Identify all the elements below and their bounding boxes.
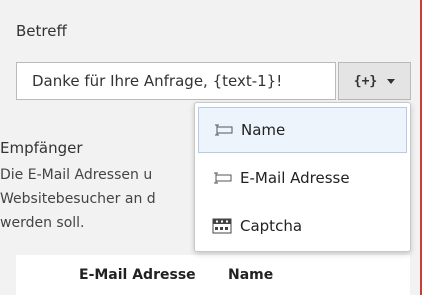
description-line: Die E-Mail Adressen u <box>0 167 153 183</box>
dropdown-item-captcha[interactable]: Captcha <box>198 203 407 249</box>
text-field-icon <box>213 123 233 137</box>
dropdown-item-label: E-Mail Adresse <box>240 169 350 187</box>
column-header-name: Name <box>228 267 274 283</box>
placeholder-icon: {+} <box>353 73 378 89</box>
dropdown-item-email[interactable]: E-Mail Adresse <box>198 155 407 201</box>
recipients-table <box>16 255 410 295</box>
recipients-description: Die E-Mail Adressen u Websitebesucher an… <box>0 163 190 235</box>
dropdown-item-name[interactable]: Name <box>198 107 407 153</box>
subject-input[interactable]: Danke für Ihre Anfrage, {text-1}! <box>16 62 336 100</box>
text-field-icon <box>212 171 232 185</box>
placeholder-dropdown-menu: Name E-Mail Adresse Captcha <box>194 102 411 252</box>
dropdown-item-label: Captcha <box>240 217 303 235</box>
right-panel <box>422 0 433 295</box>
chevron-down-icon <box>387 78 396 84</box>
subject-input-value: Danke für Ihre Anfrage, {text-1}! <box>32 72 283 90</box>
description-line: werden soll. <box>0 215 85 231</box>
recipients-label: Empfänger <box>0 139 83 157</box>
insert-placeholder-button[interactable]: {+} <box>338 62 411 100</box>
description-line: Websitebesucher an d <box>0 191 156 207</box>
subject-label: Betreff <box>16 22 67 40</box>
column-header-email: E-Mail Adresse <box>79 267 196 283</box>
captcha-icon <box>212 218 232 234</box>
dropdown-item-label: Name <box>241 121 286 139</box>
